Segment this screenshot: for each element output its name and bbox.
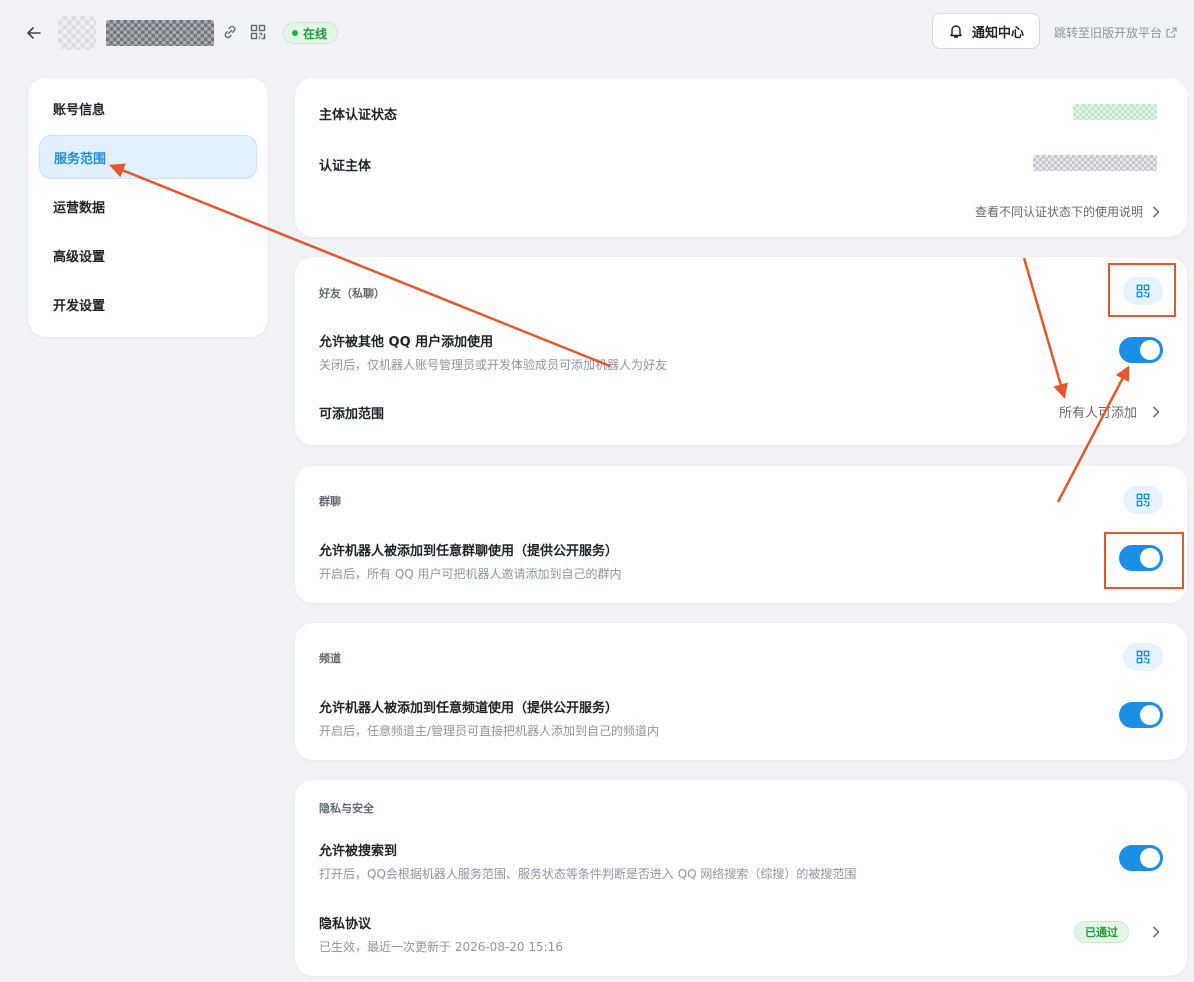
sidebar-item-label: 账号信息 <box>53 102 106 118</box>
auth-help-link[interactable]: 查看不同认证状态下的使用说明 <box>975 203 1163 220</box>
friends-scope-text: 所有人可添加 <box>1058 406 1137 421</box>
privacy-card: 隐私与安全 允许被搜索到 打开后，QQ会根据机器人服务范围、服务状态等条件判断是… <box>295 780 1187 976</box>
groups-section-header: 群聊 <box>319 493 1163 509</box>
sidebar-item-operations-data[interactable]: 运营数据 <box>39 184 257 228</box>
status-dot-icon <box>292 30 298 36</box>
notice-center-button[interactable]: 通知中心 <box>932 13 1040 49</box>
auth-status-row: 主体认证状态 <box>319 104 1163 123</box>
channels-card: 频道 允许机器人被添加到任意频道使用（提供公开服务） 开启后，任意频道主/管理员… <box>295 623 1187 760</box>
toggle-knob <box>1140 705 1160 725</box>
privacy-section-header: 隐私与安全 <box>319 800 1163 816</box>
toggle-knob <box>1140 548 1160 568</box>
friends-scope-row[interactable]: 可添加范围 所有人可添加 <box>319 403 1163 422</box>
channels-allow-toggle[interactable] <box>1119 702 1163 728</box>
sidebar: 账号信息 服务范围 运营数据 高级设置 开发设置 <box>28 78 268 337</box>
sidebar-item-label: 运营数据 <box>53 200 106 216</box>
privacy-search-desc: 打开后，QQ会根据机器人服务范围、服务状态等条件判断是否进入 QQ 网络搜索（综… <box>319 867 857 881</box>
groups-allow-desc: 开启后，所有 QQ 用户可把机器人邀请添加到自己的群内 <box>319 567 622 581</box>
friends-scope-value[interactable]: 所有人可添加 <box>1059 402 1163 421</box>
groups-allow-toggle[interactable] <box>1119 545 1163 571</box>
channels-allow-title: 允许机器人被添加到任意频道使用（提供公开服务） <box>319 701 619 716</box>
chevron-right-icon <box>1149 205 1163 219</box>
toggle-knob <box>1140 340 1160 360</box>
privacy-search-title: 允许被搜索到 <box>319 844 398 859</box>
privacy-search-row: 允许被搜索到 打开后，QQ会根据机器人服务范围、服务状态等条件判断是否进入 QQ… <box>319 840 1163 882</box>
online-status-badge: 在线 <box>283 22 339 44</box>
groups-qr-button[interactable] <box>1123 486 1163 514</box>
friends-section-header: 好友（私聊） <box>319 285 1163 301</box>
channels-allow-row: 允许机器人被添加到任意频道使用（提供公开服务） 开启后，任意频道主/管理员可直接… <box>319 697 1163 739</box>
auth-help-label: 查看不同认证状态下的使用说明 <box>974 205 1143 219</box>
sidebar-item-label: 服务范围 <box>54 151 107 167</box>
qr-code-icon <box>1136 284 1150 298</box>
groups-allow-row: 允许机器人被添加到任意群聊使用（提供公开服务） 开启后，所有 QQ 用户可把机器… <box>319 540 1163 582</box>
privacy-policy-title: 隐私协议 <box>319 917 372 932</box>
chevron-right-icon <box>1149 925 1163 939</box>
groups-card: 群聊 允许机器人被添加到任意群聊使用（提供公开服务） 开启后，所有 QQ 用户可… <box>295 466 1187 603</box>
friends-scope-label: 可添加范围 <box>319 407 385 422</box>
link-icon[interactable] <box>220 22 240 42</box>
friends-allow-row: 允许被其他 QQ 用户添加使用 关闭后，仅机器人账号管理员或开发体验成员可添加机… <box>319 331 1163 373</box>
auth-card: 主体认证状态 认证主体 查看不同认证状态下的使用说明 <box>295 78 1187 237</box>
privacy-policy-status: 已通过 <box>1074 921 1163 943</box>
top-header: 在线 通知中心 跳转至旧版开放平台 <box>0 0 1194 66</box>
qr-code-icon[interactable] <box>248 22 268 42</box>
back-arrow-icon[interactable] <box>22 22 46 44</box>
external-link-icon <box>1166 27 1177 38</box>
bell-icon <box>950 25 962 38</box>
toggle-knob <box>1140 848 1160 868</box>
sidebar-item-advanced-settings[interactable]: 高级设置 <box>39 233 257 277</box>
channels-section-header: 频道 <box>319 650 1163 666</box>
auth-subject-value-redacted <box>1033 155 1157 171</box>
sidebar-item-label: 高级设置 <box>53 249 106 265</box>
qr-code-icon <box>1136 650 1150 664</box>
friends-section-title: 好友（私聊） <box>319 287 385 300</box>
sidebar-item-service-scope[interactable]: 服务范围 <box>39 135 257 179</box>
groups-allow-title: 允许机器人被添加到任意群聊使用（提供公开服务） <box>319 544 619 559</box>
privacy-policy-desc: 已生效，最近一次更新于 2026-08-20 15:16 <box>319 940 563 954</box>
sidebar-item-account-info[interactable]: 账号信息 <box>39 86 257 130</box>
sidebar-item-label: 开发设置 <box>53 298 106 314</box>
bot-avatar <box>58 16 96 50</box>
channels-section-title: 频道 <box>319 652 341 665</box>
qr-code-icon <box>1136 493 1150 507</box>
auth-status-value-redacted <box>1073 104 1157 120</box>
privacy-section-title: 隐私与安全 <box>319 802 374 815</box>
channels-allow-desc: 开启后，任意频道主/管理员可直接把机器人添加到自己的频道内 <box>319 724 660 738</box>
old-platform-link[interactable]: 跳转至旧版开放平台 <box>1054 24 1177 41</box>
friends-card: 好友（私聊） 允许被其他 QQ 用户添加使用 关闭后，仅机器人账号管理员或开发体… <box>295 257 1187 445</box>
channels-qr-button[interactable] <box>1123 643 1163 671</box>
bot-name-redacted <box>106 20 214 46</box>
policy-passed-badge: 已通过 <box>1074 921 1129 943</box>
friends-qr-button[interactable] <box>1123 277 1163 305</box>
notice-center-label: 通知中心 <box>971 25 1024 41</box>
sidebar-item-dev-settings[interactable]: 开发设置 <box>39 282 257 326</box>
friends-allow-desc: 关闭后，仅机器人账号管理员或开发体验成员可添加机器人为好友 <box>319 358 668 372</box>
old-platform-label: 跳转至旧版开放平台 <box>1054 26 1163 40</box>
auth-subject-row: 认证主体 <box>319 155 1163 174</box>
groups-section-title: 群聊 <box>319 495 341 508</box>
privacy-search-toggle[interactable] <box>1119 845 1163 871</box>
status-text: 在线 <box>303 26 328 41</box>
friends-allow-toggle[interactable] <box>1119 337 1163 363</box>
auth-status-label: 主体认证状态 <box>319 108 398 123</box>
privacy-policy-row[interactable]: 隐私协议 已生效，最近一次更新于 2026-08-20 15:16 已通过 <box>319 913 1163 955</box>
friends-allow-title: 允许被其他 QQ 用户添加使用 <box>319 335 494 350</box>
chevron-right-icon <box>1149 405 1163 419</box>
